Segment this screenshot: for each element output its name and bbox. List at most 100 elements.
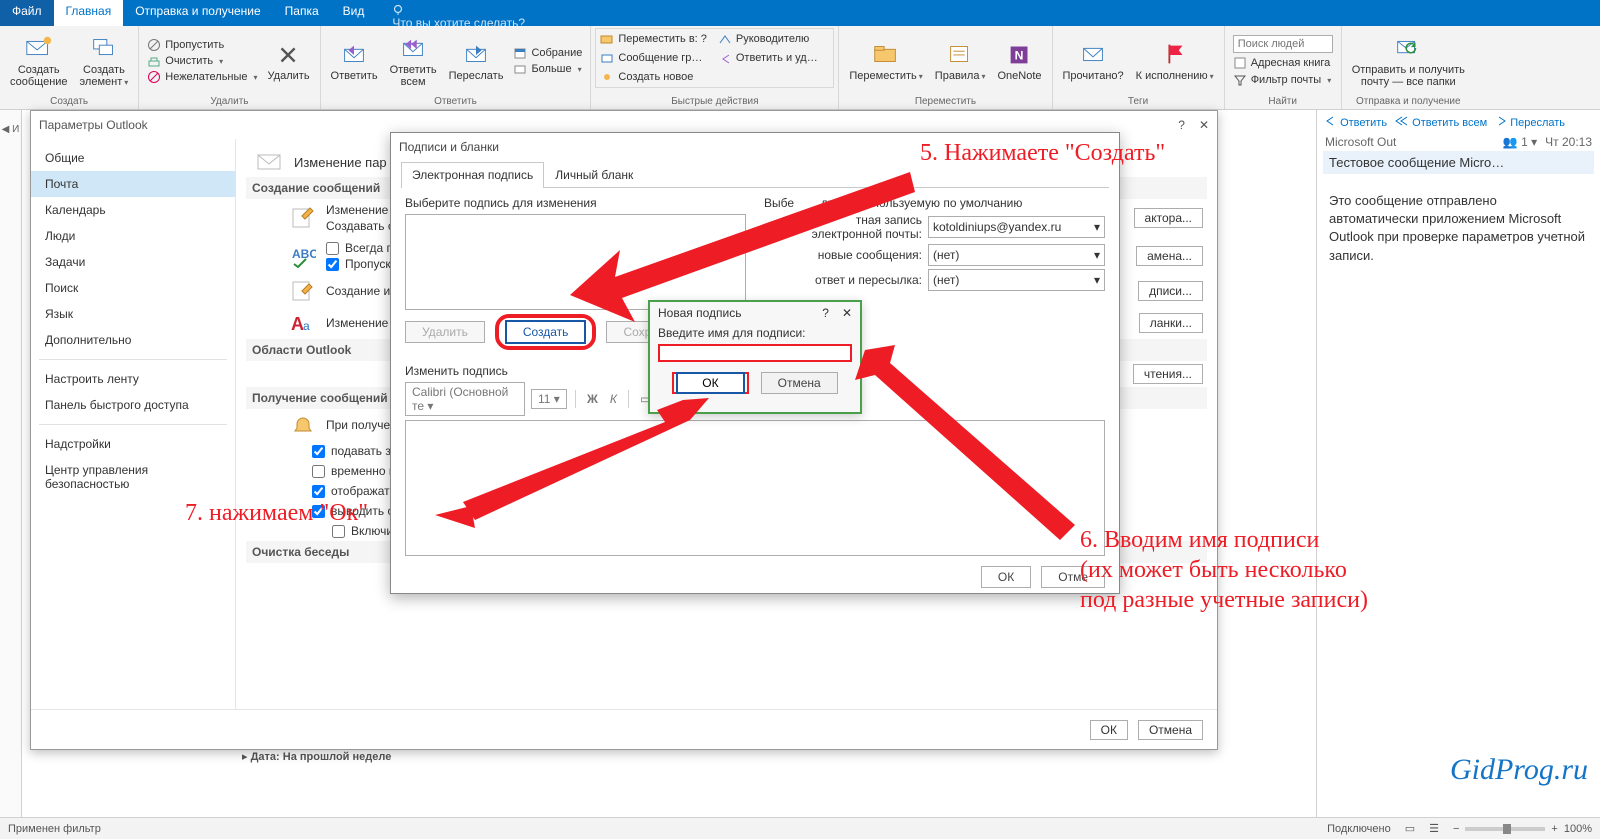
options-nav: Общие Почта Календарь Люди Задачи Поиск …	[31, 139, 236, 709]
people-search-input[interactable]	[1233, 35, 1333, 53]
options-ok-button[interactable]: ОК	[1090, 720, 1128, 740]
close-icon[interactable]: ✕	[1199, 118, 1209, 132]
nav-item-advanced[interactable]: Дополнительно	[31, 327, 235, 353]
bell-icon	[290, 413, 316, 437]
addressbook-button[interactable]: Адресная книга	[1233, 56, 1333, 70]
folder-pane-collapsed[interactable]: ◀ И	[0, 110, 22, 817]
reading-pane-button[interactable]: чтения...	[1133, 364, 1203, 384]
group-move-label: Переместить	[839, 96, 1051, 109]
new-sig-ok-highlight: ОК	[672, 372, 748, 394]
sig-cancel-button[interactable]: Отме	[1041, 566, 1105, 588]
tab-file[interactable]: Файл	[0, 0, 54, 26]
sig-reply-dropdown[interactable]: (нет)▾	[928, 269, 1105, 291]
zoom-in-button[interactable]: +	[1551, 823, 1557, 835]
move-button[interactable]: Переместить	[847, 38, 924, 84]
qs-manager[interactable]: Руководителю	[718, 31, 830, 48]
nav-item-general[interactable]: Общие	[31, 145, 235, 171]
rp-replyall-button[interactable]: Ответить всем	[1395, 116, 1487, 129]
new-sig-name-input[interactable]	[658, 344, 852, 362]
forward-button[interactable]: Переслать	[447, 38, 506, 84]
sig-new-dropdown[interactable]: (нет)▾	[928, 244, 1105, 266]
followup-button[interactable]: К исполнению	[1134, 38, 1216, 84]
tell-me[interactable]: Что вы хотите сделать?	[382, 0, 535, 26]
new-sig-ok-button[interactable]: ОК	[676, 372, 744, 394]
read-label: Прочитано?	[1063, 70, 1124, 82]
replyall-button[interactable]: Ответить всем	[388, 32, 439, 90]
rp-forward-button[interactable]: Переслать	[1495, 116, 1565, 129]
nav-item-mail[interactable]: Почта	[31, 171, 235, 197]
nav-item-tasks[interactable]: Задачи	[31, 249, 235, 275]
sig-font-dropdown[interactable]: Calibri (Основной те ▾	[405, 382, 525, 416]
nav-item-calendar[interactable]: Календарь	[31, 197, 235, 223]
bold-button[interactable]: Ж	[584, 392, 601, 406]
signatures-button[interactable]: дписи...	[1138, 281, 1203, 301]
new-item-button[interactable]: Создать элемент	[78, 32, 131, 90]
editor-options-button[interactable]: актора...	[1134, 208, 1203, 228]
replyall-icon	[1395, 116, 1409, 126]
signature-list[interactable]	[405, 214, 746, 310]
sig-tab-stationery[interactable]: Личный бланк	[544, 162, 644, 188]
onenote-button[interactable]: NOneNote	[995, 38, 1043, 84]
rp-reply-button[interactable]: Ответить	[1325, 116, 1387, 129]
sig-tab-signature[interactable]: Электронная подпись	[401, 162, 544, 188]
qs-team[interactable]: Сообщение гр…	[600, 50, 712, 67]
group-find-label: Найти	[1225, 96, 1341, 109]
sig-default-label: дпись, используемую по умолчанию	[821, 196, 1023, 210]
nav-item-trustcenter[interactable]: Центр управления безопасностью	[31, 457, 235, 497]
group-move: Переместить Правила NOneNote Переместить	[839, 26, 1052, 109]
clean-label: Очистить	[165, 55, 213, 67]
sig-size-dropdown[interactable]: 11 ▾	[531, 389, 567, 409]
close-icon[interactable]: ✕	[842, 306, 852, 320]
new-sig-cancel-button[interactable]: Отмена	[761, 372, 838, 394]
more-respond-button[interactable]: Больше	[513, 62, 582, 76]
rp-people-icon[interactable]: 👥 1 ▾	[1503, 135, 1537, 149]
tab-send-receive[interactable]: Отправка и получение	[123, 0, 272, 26]
qs-replydel[interactable]: Ответить и уд…	[718, 50, 830, 67]
sig-new-label: новые сообщения:	[764, 248, 922, 262]
meeting-reply-button[interactable]: Собрание	[513, 46, 582, 60]
to-manager-icon	[718, 33, 732, 45]
nav-item-addins[interactable]: Надстройки	[31, 431, 235, 457]
qs-new[interactable]: Создать новое	[600, 68, 712, 85]
read-button[interactable]: Прочитано?	[1061, 38, 1126, 84]
new-message-button[interactable]: Создать сообщение	[8, 32, 70, 90]
nav-item-people[interactable]: Люди	[31, 223, 235, 249]
autocorrect-button[interactable]: амена...	[1136, 246, 1203, 266]
nav-item-search[interactable]: Поиск	[31, 275, 235, 301]
nav-item-language[interactable]: Язык	[31, 301, 235, 327]
view-normal-icon[interactable]: ▭	[1405, 822, 1415, 835]
view-reading-icon[interactable]: ☰	[1429, 822, 1439, 835]
sig-ok-button[interactable]: ОК	[981, 566, 1031, 588]
delete-button[interactable]: Удалить	[266, 38, 312, 84]
tab-view[interactable]: Вид	[331, 0, 377, 26]
mail-date-group[interactable]: ▸ Дата: На прошлой неделе	[242, 750, 391, 763]
rules-button[interactable]: Правила	[933, 38, 988, 84]
more-label: Больше	[531, 63, 571, 75]
nav-item-qat[interactable]: Панель быстрого доступа	[31, 392, 235, 418]
delete-icon	[274, 40, 304, 68]
italic-button[interactable]: К	[607, 392, 620, 406]
nav-item-ribbon[interactable]: Настроить ленту	[31, 366, 235, 392]
sig-create-button[interactable]: Создать	[505, 320, 587, 344]
qs-move[interactable]: Переместить в: ?	[600, 31, 712, 48]
signature-editor[interactable]	[405, 420, 1105, 556]
sig-account-dropdown[interactable]: kotoldiniups@yandex.ru▾	[928, 216, 1105, 238]
junk-button[interactable]: Нежелательные	[147, 70, 257, 84]
reply-button[interactable]: Ответить	[329, 38, 380, 84]
filter-button[interactable]: Фильтр почты	[1233, 73, 1333, 87]
help-button[interactable]: ?	[1178, 118, 1185, 132]
svg-text:ABC: ABC	[292, 247, 316, 261]
stationery-button[interactable]: ланки...	[1139, 313, 1203, 333]
tab-folder[interactable]: Папка	[273, 0, 331, 26]
ignore-button[interactable]: Пропустить	[147, 38, 257, 52]
zoom-out-button[interactable]: −	[1453, 823, 1459, 835]
sendrecv-button[interactable]: Отправить и получить почту — все папки	[1350, 32, 1467, 90]
filter-label: Фильтр почты	[1251, 74, 1322, 86]
tab-home[interactable]: Главная	[54, 0, 124, 26]
options-cancel-button[interactable]: Отмена	[1138, 720, 1203, 740]
group-respond-label: Ответить	[321, 96, 591, 109]
clean-button[interactable]: Очистить	[147, 54, 257, 68]
help-button[interactable]: ?	[822, 306, 829, 320]
zoom-slider[interactable]	[1465, 827, 1545, 831]
group-delete-label: Удалить	[139, 96, 319, 109]
